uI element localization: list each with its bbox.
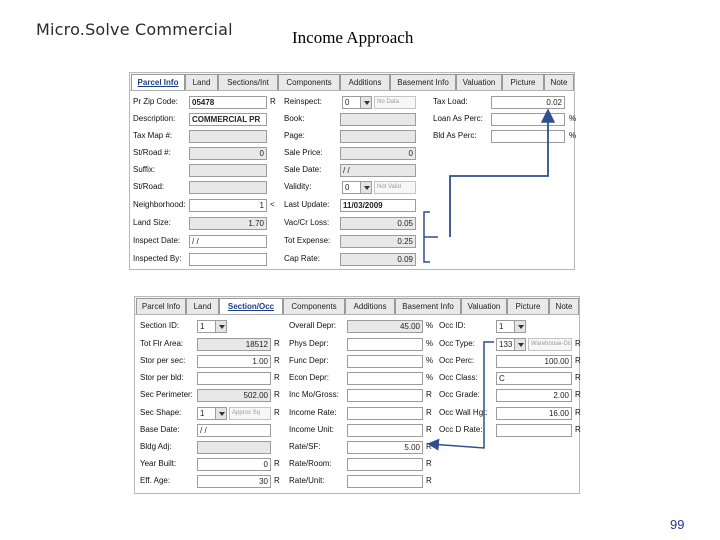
- arrow-to-tax-load: [449, 108, 556, 237]
- arrow-to-rate-sf: [427, 341, 494, 451]
- annotation-overlay: [423, 108, 556, 451]
